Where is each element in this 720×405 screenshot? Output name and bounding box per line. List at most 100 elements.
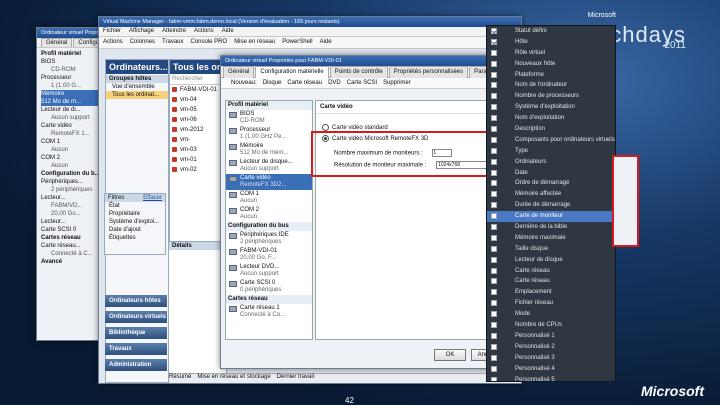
hardware-item[interactable]: BIOS CD-ROM [226,110,312,126]
menu-item[interactable]: Actions [194,28,214,34]
properties-tab[interactable]: Propriétés personnalisées [388,66,469,78]
hardware-item[interactable]: Carte SCSI 00 périphériques [226,279,312,295]
search-input[interactable]: Rechercher [170,74,226,85]
hardware-item[interactable]: Périphériques IDE 2 périphériques [226,231,312,247]
column-option[interactable]: Carte réseau [487,266,615,277]
column-option[interactable]: Carte de moniteur [487,211,615,223]
menu-item[interactable]: Fichier [103,28,121,34]
nav-item[interactable]: Vue d'ensemble [106,83,168,91]
hardware-item[interactable]: Carte réseau 1 Connecté à Co... [226,304,312,320]
details-tab[interactable]: Résumé [169,374,191,380]
hardware-item[interactable]: Carte vidéo RemoteFX 3D2... [226,174,312,190]
column-option[interactable]: Durée de démarrage [487,200,615,211]
vm-row[interactable]: vm-03 [170,145,226,155]
properties-tab[interactable]: Points de contrôle [329,66,388,78]
column-option[interactable]: Description [487,124,615,135]
clear-filters-link[interactable]: Effacer [143,195,162,201]
toolbar-button[interactable]: Aide [320,39,332,45]
column-option[interactable]: Ordre de démarrage [487,178,615,189]
hardware-item[interactable]: Lecteur DVD... Aucun support [226,263,312,279]
vm-row[interactable]: vm-06 [170,115,226,125]
workspace-button[interactable]: Travaux [105,343,167,355]
column-option[interactable]: Emplacement [487,287,615,298]
column-chooser-list: Statut défini Hôte Rôle virtuel Nouveaux hô… [486,25,616,382]
vm-row[interactable]: vm-04 [170,95,226,105]
column-option[interactable]: Personnalisé 1 [487,331,615,342]
hardware-item[interactable]: Mémoire 512 Mo de mém... [226,142,312,158]
column-option[interactable]: Nombre de processeurs [487,91,615,102]
column-option[interactable]: Fichier réseau [487,298,615,309]
workspace-button[interactable]: Ordinateurs hôtes [105,295,167,307]
column-option[interactable]: Personnalisé 2 [487,342,615,353]
workspace-button[interactable]: Ordinateurs virtuels [105,311,167,323]
column-option[interactable]: Rôle virtuel [487,48,615,59]
hardware-section-header[interactable]: Profil matériel [226,101,312,110]
hardware-item[interactable]: Processeur 1 (1.00 GHz Pe... [226,126,312,142]
hardware-section-header[interactable]: Configuration du bus [226,222,312,231]
column-option[interactable]: Dernière de la bible [487,222,615,233]
column-option[interactable]: Mémoire maximale [487,233,615,244]
filter-item[interactable]: État [105,202,165,210]
column-option[interactable]: Système d'exploitation [487,102,615,113]
filter-item[interactable]: Date d'ajout [105,226,165,234]
vm-row[interactable]: vm- [170,135,226,145]
column-option[interactable]: Nombre de CPUs [487,320,615,331]
nav-item[interactable]: Tous les ordinat... [106,91,168,99]
tab-general[interactable]: Général [41,38,73,47]
column-option[interactable]: Plateforme [487,70,615,81]
toolbar-button[interactable]: Travaux [162,39,183,45]
column-option[interactable]: Nom de l'ordinateur [487,80,615,91]
menu-item[interactable]: Atteindre [162,28,186,34]
vm-row[interactable]: FABM-VDI-01 [170,85,226,95]
hardware-toolbar-button[interactable]: Supprimer [383,80,411,86]
column-option[interactable]: Nouveaux hôte [487,59,615,70]
hardware-section-header[interactable]: Cartes réseau [226,295,312,304]
column-option[interactable]: Date [487,168,615,179]
column-option-label: Nouveaux hôte [515,60,556,67]
hardware-toolbar-button[interactable]: Disque [263,80,282,86]
vm-row[interactable]: vm-05 [170,105,226,115]
menu-item[interactable]: Affichage [129,28,154,34]
filter-item[interactable]: Propriétaire [105,210,165,218]
ok-button[interactable]: OK [434,349,466,361]
column-option[interactable]: Personnalisé 4 [487,364,615,375]
hardware-item[interactable]: FABM-VDI-01 20,00 Go, F... [226,247,312,263]
vm-row[interactable]: vm-2012 [170,125,226,135]
toolbar-button[interactable]: Console PRO [191,39,228,45]
column-option[interactable]: Mode [487,309,615,320]
column-option[interactable]: Personnalisé 3 [487,353,615,364]
column-option[interactable]: Hôte [487,37,615,48]
column-option[interactable]: Statut défini [487,26,615,37]
details-tab[interactable]: Mise en réseau et stockage [197,374,270,380]
workspace-button[interactable]: Administration [105,359,167,371]
hardware-toolbar-button[interactable]: Carte SCSI [347,80,377,86]
menu-item[interactable]: Aide [222,28,234,34]
workspace-button[interactable]: Bibliothèque [105,327,167,339]
hardware-item[interactable]: COM 2 Aucun [226,206,312,222]
hardware-toolbar-button[interactable]: DVD [328,80,341,86]
toolbar-button[interactable]: Actions [103,39,123,45]
column-option[interactable]: Mémoire affectée [487,189,615,200]
properties-tab[interactable]: Configuration matérielle [255,66,329,78]
toolbar-button[interactable]: PowerShell [282,39,312,45]
column-option[interactable]: Carte réseau [487,276,615,287]
toolbar-button[interactable]: Colonnes [130,39,155,45]
column-option[interactable]: Ordinateurs [487,157,615,168]
column-option[interactable]: Personnalisé 5 [487,375,615,381]
vm-row[interactable]: vm-02 [170,165,226,175]
details-tab[interactable]: Dernier travail [277,374,314,380]
column-option[interactable]: Composants pour ordinateurs virtuels [487,135,615,146]
hardware-item[interactable]: COM 1 Aucun [226,190,312,206]
column-option[interactable]: Type [487,146,615,157]
hardware-toolbar-button[interactable]: Carte réseau [287,80,322,86]
vm-row[interactable]: vm-01 [170,155,226,165]
column-option[interactable]: Taille disque [487,244,615,255]
properties-tab[interactable]: Général [223,66,255,78]
host-groups-header[interactable]: Groupes hôtes [106,75,168,83]
toolbar-button[interactable]: Mise en réseau [234,39,275,45]
hardware-item[interactable]: Lecteur de disque... Aucun support [226,158,312,174]
column-option[interactable]: Lecteur de disque [487,255,615,266]
column-option[interactable]: Nom d'exploitation [487,113,615,124]
filter-item[interactable]: Étiquettes [105,234,165,242]
filter-item[interactable]: Système d'exploi... [105,218,165,226]
